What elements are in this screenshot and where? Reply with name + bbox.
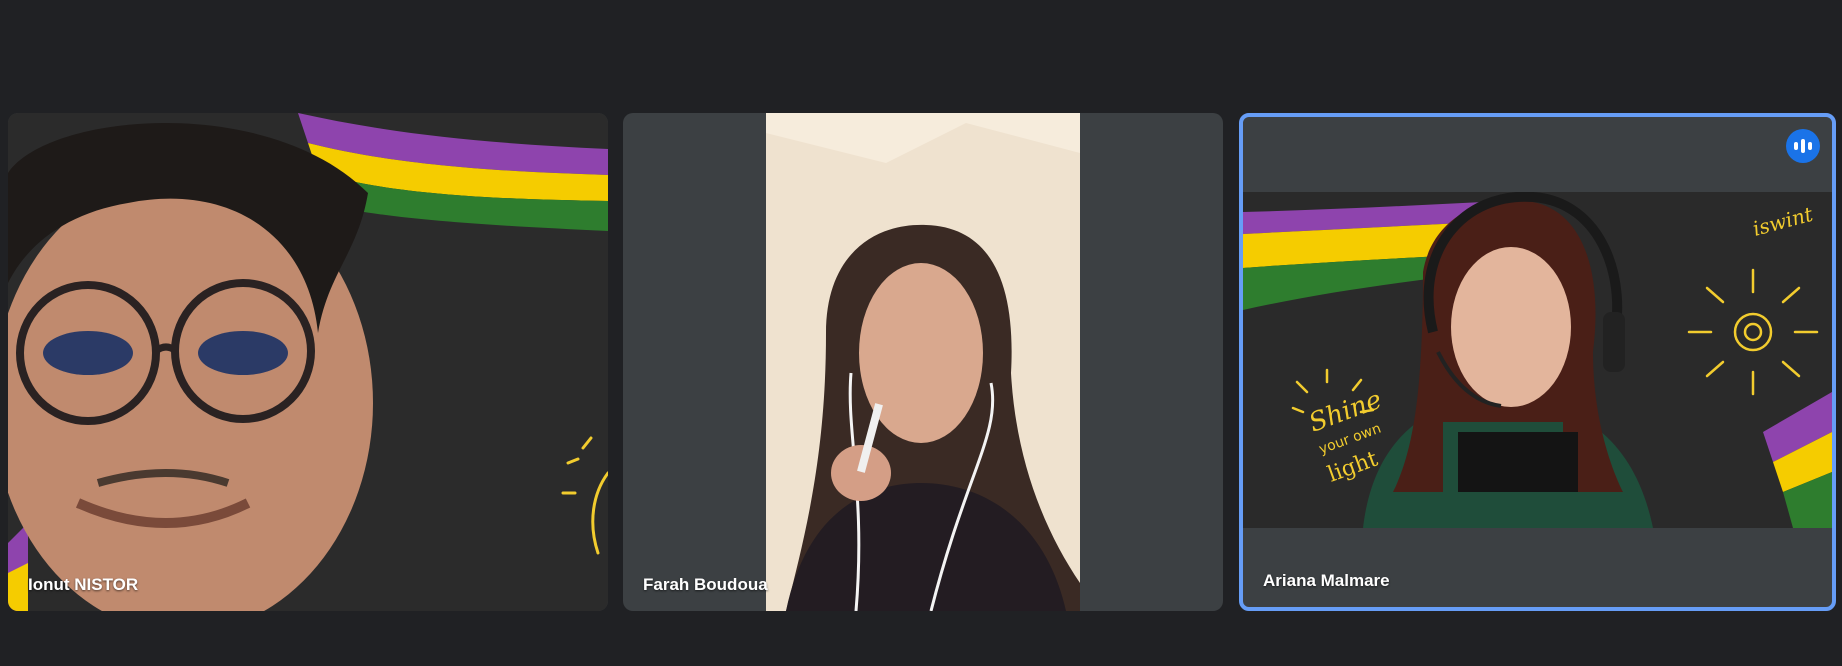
- participant-video-2: [766, 113, 1080, 611]
- audio-level-icon: [1786, 129, 1820, 163]
- participant-tile-2[interactable]: Farah Boudoua: [623, 113, 1223, 611]
- virtual-background-3: Shine your own light iswint: [1243, 192, 1832, 528]
- camera-feed-2: [766, 113, 1080, 611]
- participant-name-1: Ionut NISTOR: [28, 575, 139, 594]
- participant-tile-3[interactable]: Shine your own light iswint Ariana Malma…: [1239, 113, 1836, 611]
- participant-tile-1[interactable]: Ionut NISTOR: [8, 113, 608, 611]
- participant-name-3: Ariana Malmare: [1263, 571, 1390, 590]
- participant-video-1: [8, 113, 608, 611]
- meeting-grid: Ionut NISTOR Farah Boudoua Shine your ow…: [0, 0, 1842, 666]
- participant-name-2: Farah Boudoua: [643, 575, 768, 594]
- participant-video-3: Shine your own light iswint: [1243, 192, 1832, 528]
- virtual-background-1: [8, 113, 608, 611]
